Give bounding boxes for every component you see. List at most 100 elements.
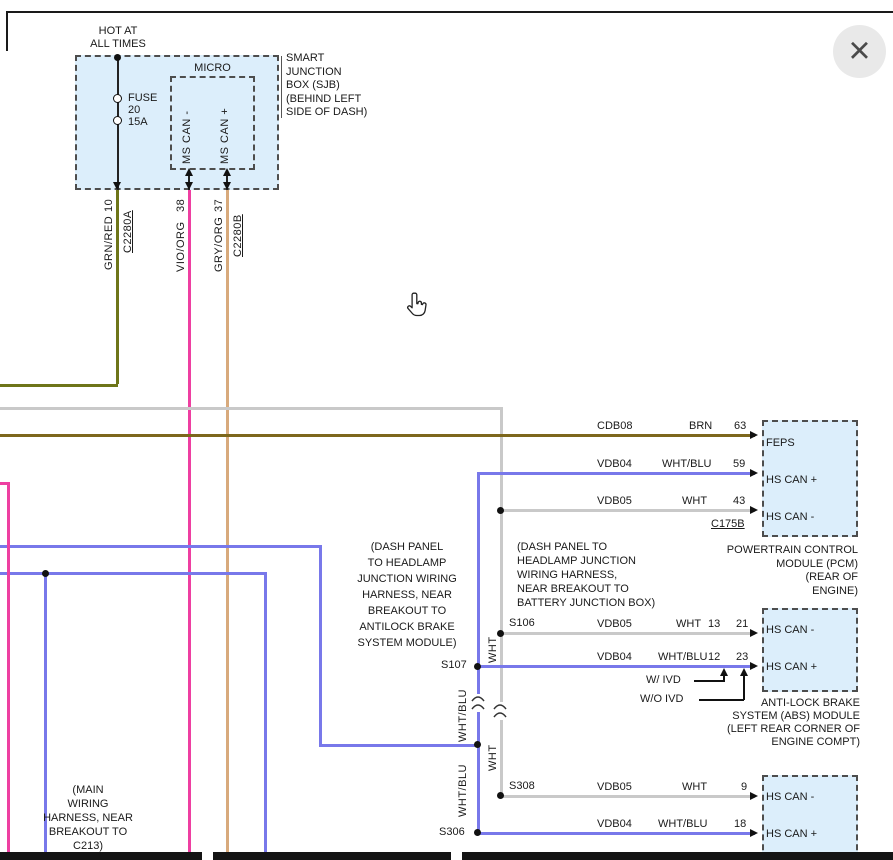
wht-blu-wire-tag: WHT/BLU — [457, 689, 470, 742]
ms-can-minus-arrow-icon — [185, 168, 193, 176]
pin-number-label: 43 — [733, 495, 745, 507]
entry-arrow-icon — [750, 829, 758, 837]
bottom-edge-bar — [0, 852, 202, 860]
fuse-terminal-bottom — [113, 116, 122, 125]
wire-gry-org-vertical — [226, 190, 229, 853]
abs-harness-note: (DASH PANEL TO HEADLAMP JUNCTION WIRING … — [348, 539, 466, 651]
entry-arrow-icon — [750, 792, 758, 800]
junction-dot — [497, 507, 504, 514]
pcm-pin-hs-can-minus: HS CAN - — [766, 511, 814, 523]
wire-color-label: WHT/BLU — [658, 651, 708, 663]
wire-break-icon — [470, 694, 486, 712]
splice-s106-label: S106 — [509, 617, 535, 629]
wire-wht-blu-vertical — [477, 472, 480, 834]
entry-arrow-icon — [750, 431, 758, 439]
splice-s306-dot — [474, 829, 481, 836]
fuse-label: FUSE 20 15A — [128, 92, 157, 128]
wire-grn-red-horizontal — [0, 384, 118, 387]
wire-pcm-hs-can-minus — [500, 509, 755, 512]
splice-s308-dot — [497, 792, 504, 799]
wire-grn-red-vertical — [116, 190, 119, 384]
wire-color-label: WHT/BLU — [662, 458, 712, 470]
wire-abs-hs-can-minus — [500, 632, 755, 635]
vio-org-pin-label: 38 — [175, 199, 188, 212]
wire-color-label: WHT — [682, 495, 707, 507]
wire-color-label: WHT — [682, 781, 707, 793]
grn-red-exit-arrow-icon — [113, 182, 121, 190]
main-harness-note: (MAIN WIRING HARNESS, NEAR BREAKOUT TO C… — [38, 783, 138, 853]
splice-s306-label: S306 — [439, 826, 465, 838]
gry-org-exit-arrow-icon — [223, 182, 231, 190]
wire-m3-hs-can-plus — [477, 832, 755, 835]
bjb-harness-note: (DASH PANEL TO HEADLAMP JUNCTION WIRING … — [517, 540, 679, 610]
circuit-label: VDB05 — [597, 495, 632, 507]
pcm-pin-feps: FEPS — [766, 437, 795, 449]
abs-pin-hs-can-minus: HS CAN - — [766, 624, 814, 636]
module3-pin-hs-can-plus: HS CAN + — [766, 828, 817, 840]
junction-dot — [474, 741, 481, 748]
splice-s107-label: S107 — [441, 659, 467, 671]
entry-arrow-icon — [750, 629, 758, 637]
ms-can-plus-label: MS CAN + — [219, 108, 232, 164]
hot-at-all-times-label: HOT AT ALL TIMES — [70, 25, 166, 51]
abs-box — [762, 608, 858, 692]
close-icon: × — [848, 25, 870, 78]
module3-box — [762, 775, 858, 860]
entry-arrow-icon — [750, 506, 758, 514]
wiring-diagram-canvas[interactable]: HOT AT ALL TIMES MICRO FUSE 20 15A MS CA… — [0, 0, 893, 860]
wire-m3-hs-can-minus — [500, 795, 755, 798]
connector-c2280b-label: C2280B — [232, 214, 245, 257]
connector-c175b-label: C175B — [711, 518, 745, 530]
circuit-label: VDB04 — [597, 818, 632, 830]
page-top-border — [6, 11, 893, 13]
wire-color-label: WHT — [676, 618, 701, 630]
gry-org-wire-label: GRY/ORG — [213, 217, 226, 272]
wire-wht-blu-feed-a2 — [319, 545, 322, 746]
pcm-pin-hs-can-plus: HS CAN + — [766, 474, 817, 486]
sjb-caption-leader — [281, 56, 282, 118]
splice-s308-label: S308 — [509, 780, 535, 792]
pin-number-label: 63 — [734, 420, 746, 432]
wire-break-icon — [492, 702, 508, 720]
wire-vio-org-feed-v — [7, 482, 10, 853]
without-ivd-leader — [699, 699, 744, 701]
abs-pin-hs-can-plus: HS CAN + — [766, 661, 817, 673]
abs-caption: ANTI-LOCK BRAKE SYSTEM (ABS) MODULE (LEF… — [688, 697, 860, 749]
circuit-label: VDB05 — [597, 781, 632, 793]
entry-arrow-icon — [750, 662, 758, 670]
wire-color-label: BRN — [689, 420, 712, 432]
pin-number-label: 9 — [741, 781, 747, 793]
wire-abs-hs-can-plus — [477, 665, 755, 668]
hand-cursor-icon — [406, 292, 428, 318]
pcm-caption: POWERTRAIN CONTROL MODULE (PCM) (REAR OF… — [688, 544, 858, 598]
with-ivd-arrow-icon — [720, 668, 728, 676]
connector-c2280a-label: C2280A — [122, 210, 135, 253]
wire-wht-vertical — [500, 407, 503, 797]
circuit-label: VDB05 — [597, 618, 632, 630]
wire-wht-blu-feed-b2 — [264, 572, 267, 853]
junction-dot — [42, 570, 49, 577]
close-button[interactable]: × — [833, 25, 886, 78]
wire-color-label: WHT/BLU — [658, 818, 708, 830]
entry-arrow-icon — [750, 469, 758, 477]
ms-can-minus-label: MS CAN - — [181, 111, 194, 165]
ms-can-plus-arrow-icon — [223, 168, 231, 176]
wire-pcm-hs-can-plus — [477, 472, 755, 475]
grn-red-pin-label: 10 — [103, 199, 116, 212]
vio-org-exit-arrow-icon — [185, 182, 193, 190]
gry-org-pin-label: 37 — [213, 199, 226, 212]
pin-number-label: 23 — [736, 651, 748, 663]
without-ivd-arrow-icon — [740, 668, 748, 676]
micro-label: MICRO — [170, 62, 255, 74]
bottom-edge-bar — [213, 852, 451, 860]
circuit-label: CDB08 — [597, 420, 632, 432]
without-ivd-label: W/O IVD — [640, 693, 683, 705]
pin-number-label: 13 — [708, 618, 720, 630]
circuit-label: VDB04 — [597, 458, 632, 470]
sjb-caption: SMART JUNCTION BOX (SJB) (BEHIND LEFT SI… — [286, 52, 367, 120]
wire-brn-feps — [0, 434, 755, 437]
wire-wht-blu-feed-b1 — [0, 572, 267, 575]
pin-number-label: 18 — [734, 818, 746, 830]
fuse-feed-dot — [114, 54, 121, 61]
circuit-label: VDB04 — [597, 651, 632, 663]
